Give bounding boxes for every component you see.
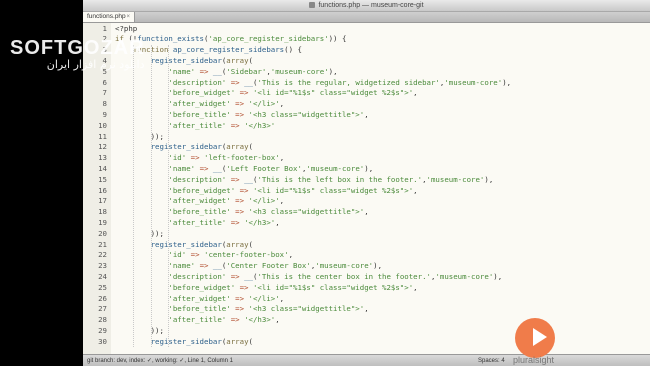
code-text: 'after_title' => '</h3>',: [168, 315, 280, 325]
code-text: 'before_title' => '<h3 class="widgettitl…: [168, 109, 369, 119]
tab-label: functions.php: [87, 13, 126, 20]
code-text: 'after_widget' => '</li>',: [168, 196, 285, 206]
play-icon: [533, 328, 547, 346]
code-text: 'after_widget' => '</li>',: [168, 99, 285, 109]
window-title: functions.php — museum-core-git: [83, 0, 650, 11]
code-text: 'after_title' => '</h3>': [168, 120, 276, 130]
code-text: register_sidebar(array(: [150, 239, 253, 249]
code-text: 'after_title' => '</h3>',: [168, 217, 280, 227]
code-text: 'before_widget' => '<li id="%1$s" class=…: [168, 88, 418, 98]
line-number: 27: [98, 304, 107, 314]
code-text: 'before_widget' => '<li id="%1$s" class=…: [168, 282, 418, 292]
line-number: 29: [98, 325, 107, 335]
code-text: ));: [115, 325, 164, 335]
watermark-logo-text: SOFTGOZAR: [10, 37, 145, 59]
code-text: if (!function_exists('ap_core_register_s…: [115, 34, 347, 44]
code-text: 'before_widget' => '<li id="%1$s" class=…: [168, 185, 418, 195]
pluralsight-brand-text: pluralsight: [513, 355, 555, 365]
code-editor[interactable]: 1 <?php 2 if (!function_exists('ap_core_reg…: [83, 23, 650, 354]
line-number: 6: [102, 77, 107, 87]
line-number: 20: [98, 228, 107, 238]
code-text: 'name' => __('Center Footer Box','museum…: [168, 261, 383, 271]
code-text: 'name' => __('Sidebar','museum-core'),: [168, 66, 338, 76]
code-text: register_sidebar(array(: [150, 336, 253, 346]
line-number: 10: [98, 120, 107, 130]
line-number: 28: [98, 315, 107, 325]
line-number: 21: [98, 239, 107, 249]
line-number: 30: [98, 336, 107, 346]
code-text: 'id' => 'left-footer-box',: [168, 153, 285, 163]
editor-window: functions.php — museum-core-git function…: [83, 0, 650, 366]
code-text: <?php: [115, 23, 138, 33]
line-number: 15: [98, 174, 107, 184]
close-icon[interactable]: ×: [126, 12, 130, 22]
code-text: 'description' => __('This is the regular…: [168, 77, 512, 87]
indent-guide: [150, 44, 152, 347]
code-line: 2 if (!function_exists('ap_core_register_…: [83, 34, 650, 45]
code-text: register_sidebar(array(: [150, 142, 253, 152]
line-number: 1: [102, 23, 107, 33]
title-bar: functions.php — museum-core-git: [83, 0, 650, 12]
status-indentation[interactable]: Spaces: 4: [478, 355, 505, 366]
status-bar: git branch: dev, index: ✓, working: ✓, L…: [83, 354, 650, 366]
line-number: 23: [98, 261, 107, 271]
line-number: 24: [98, 271, 107, 281]
code-line: 1 <?php: [83, 24, 650, 35]
line-number: 14: [98, 163, 107, 173]
line-number: 19: [98, 217, 107, 227]
line-number: 16: [98, 185, 107, 195]
line-number: 13: [98, 153, 107, 163]
code-text: 'description' => __('This is the center …: [168, 271, 503, 281]
line-number: 12: [98, 142, 107, 152]
line-number: 17: [98, 196, 107, 206]
code-text: ));: [115, 131, 164, 141]
line-number: 22: [98, 250, 107, 260]
code-text: ));: [115, 228, 164, 238]
indent-guide: [132, 44, 134, 347]
document-icon: [309, 2, 316, 9]
line-number: 18: [98, 207, 107, 217]
line-number: 8: [102, 99, 107, 109]
status-git-info: git branch: dev, index: ✓, working: ✓, L…: [87, 358, 234, 364]
line-number: 9: [102, 109, 107, 119]
softgozar-watermark: SOFTGOZAR دانلود نرم افزار ایران: [10, 37, 145, 71]
line-number: 26: [98, 293, 107, 303]
code-text: 'before_title' => '<h3 class="widgettitl…: [168, 304, 369, 314]
window-title-text: functions.php — museum-core-git: [318, 2, 424, 9]
line-number: 11: [98, 131, 107, 141]
code-text: 'before_title' => '<h3 class="widgettitl…: [168, 207, 369, 217]
line-number: 25: [98, 282, 107, 292]
tab-bar: functions.php ×: [83, 12, 650, 23]
code-text: 'after_widget' => '</li>',: [168, 293, 285, 303]
tab-functions-php[interactable]: functions.php ×: [83, 12, 135, 22]
code-text: 'name' => __('Left Footer Box','museum-c…: [168, 163, 374, 173]
line-number: 7: [102, 88, 107, 98]
code-text: 'id' => 'center-footer-box',: [168, 250, 294, 260]
indent-guide: [168, 44, 170, 347]
code-text: 'description' => __('This is the left bo…: [168, 174, 494, 184]
